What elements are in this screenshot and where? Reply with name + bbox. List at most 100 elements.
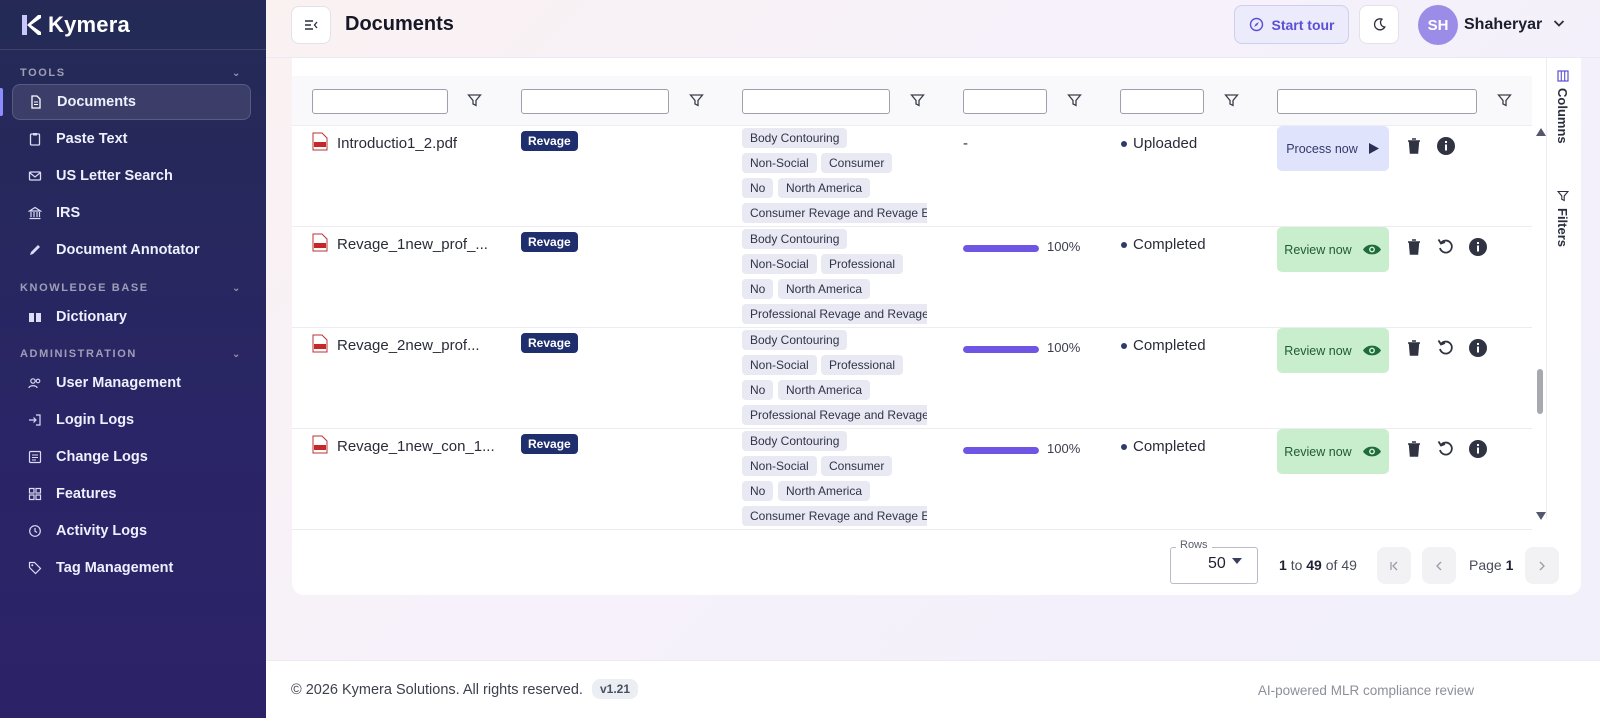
progress-text: 100% (1047, 340, 1081, 355)
tag: Body Contouring (742, 330, 848, 350)
login-icon (29, 414, 41, 426)
scrollbar-thumb[interactable] (1537, 369, 1543, 414)
info-icon[interactable] (1436, 136, 1456, 156)
document-icon (31, 95, 41, 109)
range-of: of (1325, 557, 1338, 573)
active-indicator (0, 88, 3, 116)
sidebar-item-features[interactable]: Features (12, 476, 251, 512)
sidebar-item-user-management[interactable]: User Management (12, 365, 251, 401)
filter-input-actions[interactable] (1277, 89, 1477, 114)
sidebar-item-document-annotator[interactable]: Document Annotator (12, 232, 251, 268)
file-name[interactable]: Introductio1_2.pdf (337, 135, 457, 152)
review-now-button[interactable]: Review now (1277, 227, 1389, 272)
theme-toggle-button[interactable] (1359, 5, 1399, 44)
sidebar-item-dictionary[interactable]: Dictionary (12, 299, 251, 335)
filter-input-status[interactable] (1120, 89, 1204, 114)
table-row: Introductio1_2.pdf Revage Body Contourin… (292, 126, 1532, 227)
sidebar-item-us-letter-search[interactable]: US Letter Search (12, 158, 251, 194)
filter-icon[interactable] (689, 93, 704, 108)
tag: Professional Revage and Revage (742, 405, 927, 425)
sidebar-item-irs[interactable]: IRS (12, 195, 251, 231)
sidebar-item-paste-text[interactable]: Paste Text (12, 121, 251, 157)
review-now-button[interactable]: Review now (1277, 328, 1389, 373)
next-page-button[interactable] (1525, 547, 1559, 584)
process-now-button[interactable]: Process now (1277, 126, 1389, 171)
filter-input-name[interactable] (312, 89, 448, 114)
chevron-down-icon[interactable] (1552, 16, 1566, 30)
progress-bar (963, 346, 1039, 353)
brand-badge: Revage (521, 434, 578, 454)
first-page-button[interactable] (1377, 547, 1411, 584)
filter-icon[interactable] (910, 93, 925, 108)
tag: Non-Social (742, 355, 817, 375)
collapse-sidebar-button[interactable] (291, 6, 331, 44)
action-label: Process now (1286, 141, 1358, 156)
reprocess-icon[interactable] (1436, 237, 1456, 257)
sidebar-item-login-logs[interactable]: Login Logs (12, 402, 251, 438)
filters-tab[interactable]: Filters (1555, 190, 1570, 247)
pdf-file-icon (312, 132, 328, 151)
page-label: Page (1469, 557, 1502, 573)
columns-tab[interactable]: Columns (1555, 70, 1570, 144)
previous-page-button[interactable] (1422, 547, 1456, 584)
eye-icon (1362, 446, 1381, 457)
brand-name: Kymera (48, 11, 130, 37)
status-badge: Completed (1121, 337, 1206, 354)
section-label: KNOWLEDGE BASE (20, 282, 149, 294)
tag: Non-Social (742, 254, 817, 274)
tag: Body Contouring (742, 229, 848, 249)
section-tools[interactable]: TOOLS ⌄ (20, 67, 242, 79)
sidebar-item-label: IRS (56, 205, 81, 221)
info-icon[interactable] (1468, 338, 1488, 358)
brand[interactable]: Kymera (0, 0, 266, 50)
filter-input-progress[interactable] (963, 89, 1047, 114)
reprocess-icon[interactable] (1436, 439, 1456, 459)
menu-collapse-icon (305, 20, 318, 30)
filter-icon[interactable] (467, 93, 482, 108)
file-name[interactable]: Revage_1new_con_1... (337, 438, 495, 455)
scroll-down-icon[interactable] (1536, 512, 1546, 520)
tag-list: Body Contouring Non-Social Consumer No N… (742, 431, 927, 530)
section-knowledge-base[interactable]: KNOWLEDGE BASE ⌄ (20, 282, 242, 294)
rows-per-page-value[interactable]: 50 (1208, 555, 1226, 573)
history-icon (29, 525, 41, 537)
sidebar-item-change-logs[interactable]: Change Logs (12, 439, 251, 475)
trash-icon[interactable] (1404, 439, 1424, 459)
reprocess-icon[interactable] (1436, 338, 1456, 358)
version-badge: v1.21 (592, 679, 639, 699)
info-icon[interactable] (1468, 237, 1488, 257)
sidebar-item-label: Paste Text (56, 131, 128, 147)
trash-icon[interactable] (1404, 136, 1424, 156)
caret-down-icon[interactable] (1232, 558, 1242, 564)
info-icon[interactable] (1468, 439, 1488, 459)
pdf-file-icon (312, 233, 328, 252)
sidebar-item-activity-logs[interactable]: Activity Logs (12, 513, 251, 549)
columns-tab-label: Columns (1555, 88, 1570, 144)
section-administration[interactable]: ADMINISTRATION ⌄ (20, 348, 242, 360)
tag: Body Contouring (742, 128, 848, 148)
tag: North America (778, 481, 871, 501)
trash-icon[interactable] (1404, 338, 1424, 358)
file-name[interactable]: Revage_1new_prof_... (337, 236, 488, 253)
filter-icon[interactable] (1067, 93, 1082, 108)
sidebar-item-tag-management[interactable]: Tag Management (12, 550, 251, 586)
page-indicator: Page 1 (1469, 557, 1513, 573)
trash-icon[interactable] (1404, 237, 1424, 257)
scroll-up-icon[interactable] (1536, 128, 1546, 136)
start-tour-button[interactable]: Start tour (1234, 5, 1349, 44)
filter-icon[interactable] (1224, 93, 1239, 108)
brand-badge: Revage (521, 333, 578, 353)
tag-icon (28, 561, 42, 575)
filter-input-brand[interactable] (521, 89, 669, 114)
action-label: Review now (1284, 242, 1352, 257)
filter-input-tags[interactable] (742, 89, 890, 114)
sidebar-item-documents[interactable]: Documents (12, 84, 251, 120)
tag: Professional (821, 254, 904, 274)
avatar[interactable]: SH (1418, 5, 1458, 45)
review-now-button[interactable]: Review now (1277, 429, 1389, 474)
progress-text: - (963, 135, 968, 152)
user-name[interactable]: Shaheryar (1464, 16, 1542, 34)
file-name[interactable]: Revage_2new_prof... (337, 337, 480, 354)
progress-text: 100% (1047, 239, 1081, 254)
filter-icon[interactable] (1497, 93, 1512, 108)
